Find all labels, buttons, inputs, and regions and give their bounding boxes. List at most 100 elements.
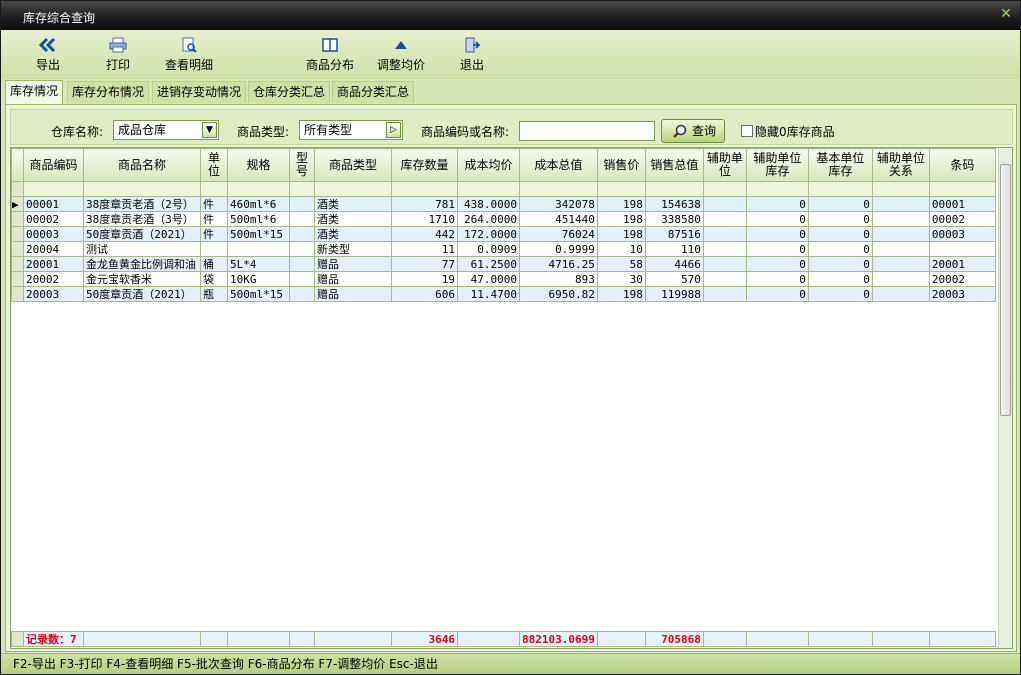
table-cell[interactable]: 0 — [807, 271, 873, 287]
filter-cell[interactable] — [596, 181, 646, 197]
table-cell[interactable]: 0 — [807, 196, 873, 212]
table-cell[interactable] — [871, 241, 930, 257]
table-cell[interactable]: 77 — [391, 256, 458, 272]
tab-warehouse-category-summary[interactable]: 仓库分类汇总 — [248, 81, 331, 103]
table-cell[interactable]: 赠品 — [314, 286, 392, 302]
table-cell[interactable]: 338580 — [644, 211, 704, 227]
table-cell[interactable]: 00001 — [23, 196, 84, 212]
table-cell[interactable] — [871, 286, 930, 302]
table-cell[interactable] — [702, 241, 747, 257]
table-cell[interactable]: 件 — [200, 226, 228, 242]
hide-zero-checkbox[interactable] — [741, 125, 753, 137]
scrollbar-thumb[interactable] — [1000, 164, 1011, 416]
table-cell[interactable]: 264.0000 — [457, 211, 520, 227]
table-cell[interactable]: 金龙鱼黄金比例调和油 — [83, 256, 201, 272]
table-cell[interactable]: 5L*4 — [227, 256, 290, 272]
filter-cell[interactable] — [928, 181, 996, 197]
table-cell[interactable]: 0 — [807, 241, 873, 257]
table-cell[interactable]: 198 — [596, 286, 646, 302]
table-cell[interactable] — [871, 196, 930, 212]
table-cell[interactable]: 20002 — [23, 271, 84, 287]
table-row[interactable]: 00002 38度章贡老酒（3号）件 500ml*6 酒类 1710 264.0000 45… — [11, 211, 996, 227]
table-cell[interactable]: 20003 — [928, 286, 996, 302]
filter-cell[interactable] — [644, 181, 704, 197]
filter-cell[interactable] — [200, 181, 228, 197]
table-cell[interactable]: 198 — [596, 211, 646, 227]
table-cell[interactable]: 酒类 — [314, 211, 392, 227]
tab-inventory-status[interactable]: 库存情况 — [5, 80, 64, 104]
table-cell[interactable] — [289, 226, 315, 242]
table-cell[interactable]: 00003 — [928, 226, 996, 242]
table-cell[interactable]: 0 — [745, 226, 809, 242]
table-cell[interactable]: 460ml*6 — [227, 196, 290, 212]
table-cell[interactable] — [702, 286, 747, 302]
table-cell[interactable] — [871, 256, 930, 272]
table-cell[interactable]: 50度章贡酒（2021） — [83, 226, 201, 242]
col-cost-total[interactable]: 成本总值 — [519, 148, 598, 182]
table-cell[interactable] — [871, 211, 930, 227]
table-cell[interactable]: 桶 — [200, 256, 228, 272]
table-cell[interactable] — [227, 241, 290, 257]
table-cell[interactable]: 0 — [745, 256, 809, 272]
col-avg-cost[interactable]: 成本均价 — [457, 148, 520, 182]
table-cell[interactable]: 袋 — [200, 271, 228, 287]
close-icon[interactable]: ✕ — [998, 6, 1014, 22]
filter-cell[interactable] — [289, 181, 315, 197]
table-cell[interactable]: 438.0000 — [457, 196, 520, 212]
table-row[interactable]: 20001 金龙鱼黄金比例调和油桶 5L*4 赠品 77 61.2500 4716.25 58… — [11, 256, 996, 272]
table-cell[interactable]: 0 — [745, 196, 809, 212]
exit-button[interactable]: 退出 — [457, 36, 487, 76]
table-cell[interactable] — [702, 271, 747, 287]
table-cell[interactable] — [702, 196, 747, 212]
filter-cell[interactable] — [519, 181, 598, 197]
tab-stock-movement[interactable]: 进销存变动情况 — [152, 81, 247, 103]
table-cell[interactable]: 金元宝软香米 — [83, 271, 201, 287]
goods-type-select[interactable]: 所有类型 ▷ — [299, 120, 403, 140]
table-cell[interactable]: 瓶 — [200, 286, 228, 302]
table-cell[interactable]: 0 — [807, 256, 873, 272]
query-button[interactable]: 查询 — [661, 119, 725, 143]
table-cell[interactable]: 赠品 — [314, 256, 392, 272]
col-sale-price[interactable]: 销售价 — [596, 148, 646, 182]
filter-cell[interactable] — [23, 181, 84, 197]
table-cell[interactable] — [702, 211, 747, 227]
table-cell[interactable] — [289, 256, 315, 272]
table-cell[interactable]: 198 — [596, 196, 646, 212]
table-cell[interactable] — [289, 211, 315, 227]
table-cell[interactable]: 500ml*6 — [227, 211, 290, 227]
table-cell[interactable]: 61.2500 — [457, 256, 520, 272]
table-cell[interactable]: 119988 — [644, 286, 704, 302]
goods-distribution-button[interactable]: 商品分布 — [304, 36, 356, 76]
table-cell[interactable]: 0 — [807, 211, 873, 227]
table-cell[interactable]: 50度章贡酒（2021） — [83, 286, 201, 302]
table-cell[interactable]: 76024 — [519, 226, 598, 242]
table-cell[interactable]: 781 — [391, 196, 458, 212]
table-cell[interactable]: 20002 — [928, 271, 996, 287]
goods-code-input[interactable] — [519, 121, 655, 141]
table-cell[interactable]: 30 — [596, 271, 646, 287]
warehouse-select[interactable]: 成品仓库 ▼ — [113, 120, 219, 140]
table-cell[interactable]: 20003 — [23, 286, 84, 302]
table-cell[interactable]: 0 — [745, 286, 809, 302]
table-cell[interactable]: 测试 — [83, 241, 201, 257]
table-cell[interactable] — [200, 241, 228, 257]
table-cell[interactable] — [871, 271, 930, 287]
filter-cell[interactable] — [83, 181, 201, 197]
table-cell[interactable]: 442 — [391, 226, 458, 242]
table-cell[interactable]: 11 — [391, 241, 458, 257]
table-cell[interactable]: 10KG — [227, 271, 290, 287]
table-cell[interactable] — [289, 271, 315, 287]
table-cell[interactable]: 20001 — [928, 256, 996, 272]
filter-cell[interactable] — [871, 181, 930, 197]
table-cell[interactable] — [702, 226, 747, 242]
adjust-average-price-button[interactable]: 调整均价 — [375, 36, 427, 76]
table-cell[interactable] — [702, 256, 747, 272]
col-goods-type[interactable]: 商品类型 — [314, 148, 392, 182]
col-barcode[interactable]: 条码 — [928, 148, 996, 182]
table-cell[interactable]: 20004 — [23, 241, 84, 257]
table-cell[interactable]: 0.0909 — [457, 241, 520, 257]
col-base-unit-stock[interactable]: 基本单位库存 — [807, 148, 873, 182]
col-goods-name[interactable]: 商品名称 — [83, 148, 201, 182]
table-row[interactable]: ▶ 00001 38度章贡老酒（2号）件 460ml*6 酒类 781 438.0000 34… — [11, 196, 996, 212]
table-cell[interactable]: 19 — [391, 271, 458, 287]
